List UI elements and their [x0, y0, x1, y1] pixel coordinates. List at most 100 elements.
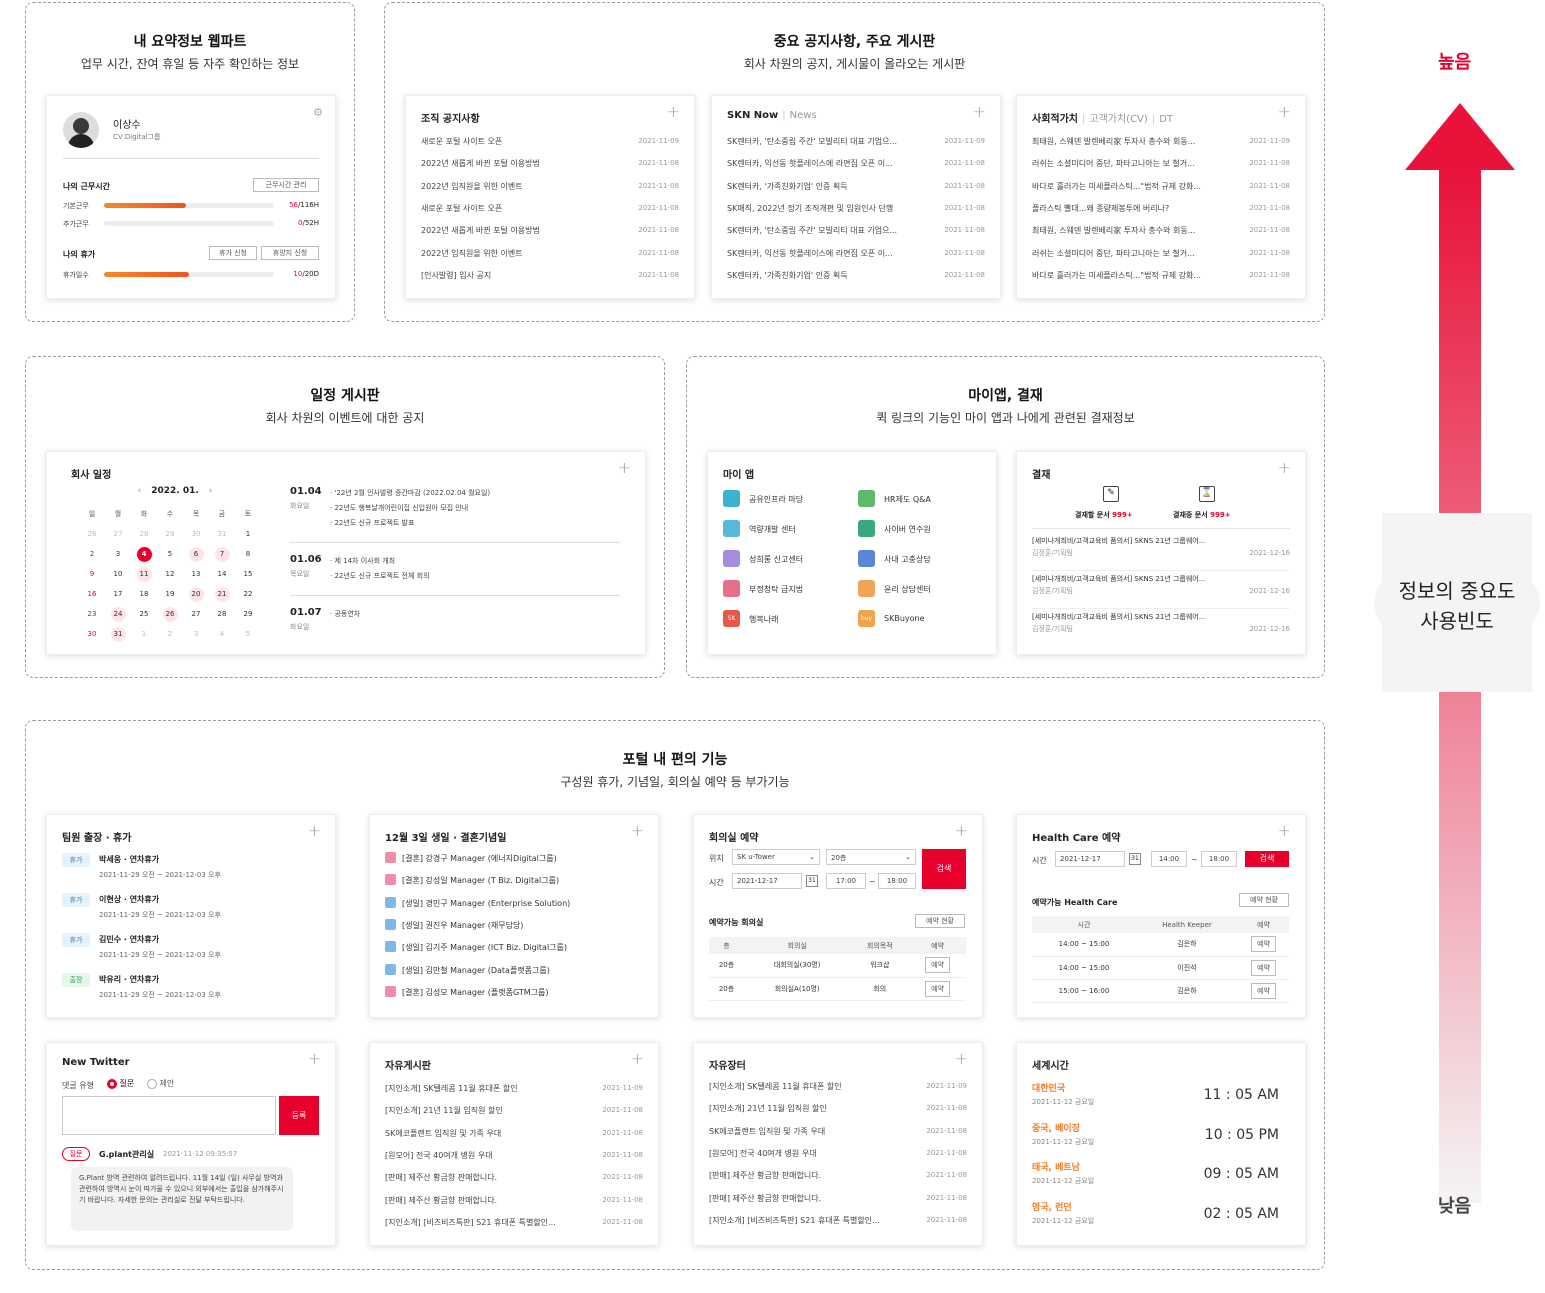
submit-button[interactable]: 등록 [279, 1096, 319, 1135]
calendar-day[interactable]: 20 [183, 584, 209, 604]
list-item-title[interactable]: SK렌터카, '가족친화기업' 인증 획득 [727, 270, 930, 281]
list-item[interactable]: 러쉬는 소셜미디어 중단, 파타고니아는 보 철거... 2021-11-08 [1032, 248, 1290, 262]
app-label[interactable]: 역량개발 센터 [749, 524, 796, 535]
calendar-day[interactable]: 6 [183, 544, 209, 564]
app-icon[interactable]: SK [723, 610, 740, 627]
list-item-title[interactable]: 2022년 새롭게 바뀐 포털 이용방법 [421, 225, 624, 236]
app-icon[interactable] [723, 580, 740, 597]
calendar-day[interactable]: 14 [209, 564, 235, 584]
approval-item[interactable]: [세미나개최비/고객교육비 품의서] SKNS 21년 그룹웨어... 김정훈/기… [1032, 612, 1290, 642]
list-item[interactable]: SK렌터카, 익선동 핫플레이스에 라면집 오픈 이... 2021-11-08 [727, 158, 985, 172]
list-item[interactable]: [지인소개] SK텔레콤 11월 휴대폰 할인 2021-11-09 [709, 1081, 967, 1095]
chevron-left-icon[interactable]: ‹ [138, 486, 142, 496]
calendar-day[interactable]: 27 [183, 604, 209, 624]
list-item[interactable]: 새로운 포털 사이트 오픈 2021-11-09 [421, 136, 679, 150]
calendar-day[interactable]: 2 [79, 544, 105, 564]
tab-news[interactable]: News [790, 110, 817, 121]
pending-doc-label[interactable]: 결재할 문서 999+ [1075, 510, 1133, 520]
calendar-day[interactable]: 7 [209, 544, 235, 564]
calendar-day[interactable]: 31 [105, 624, 131, 644]
anniversary-item[interactable]: [생일] 권진우 Manager (재무담당) [402, 920, 523, 931]
reserve-button[interactable]: 예약 [1251, 936, 1276, 953]
list-item[interactable]: [지인소개] 21년 11월 임직원 할인 2021-11-08 [385, 1105, 643, 1119]
list-item[interactable]: 2022년 새롭게 바뀐 포털 이용방법 2021-11-08 [421, 158, 679, 172]
list-item[interactable]: SK렌터카, '가족친화기업' 인증 획득 2021-11-08 [727, 270, 985, 284]
app-icon[interactable] [858, 490, 875, 507]
reservation-status-button[interactable]: 예약 현황 [915, 914, 965, 928]
calendar-day[interactable]: 27 [105, 524, 131, 544]
calendar-day[interactable]: 31 [209, 524, 235, 544]
date-input[interactable]: 2021-12-17 [732, 873, 802, 889]
pending-doc-icon[interactable]: ✎ [1103, 486, 1119, 502]
search-button[interactable]: 검색 [922, 849, 966, 889]
list-item[interactable]: SK렌터카, '탄소중립 주간' 모빌리티 대표 기업으... 2021-11-0… [727, 136, 985, 150]
progress-doc-label[interactable]: 결재중 문서 999+ [1173, 510, 1231, 520]
list-item[interactable]: 최태원, 스웨덴 발렌베리家 투자사 총수와 회동... 2021-11-09 [1032, 136, 1290, 150]
list-item-title[interactable]: 최태원, 스웨덴 발렌베리家 투자사 총수와 회동... [1032, 136, 1235, 147]
calendar-day[interactable]: 30 [183, 524, 209, 544]
calendar-day[interactable]: 26 [157, 604, 183, 624]
trip-member[interactable]: 이현상 · 연차휴가 [99, 894, 159, 905]
comment-textarea[interactable] [62, 1096, 276, 1135]
app-label[interactable]: 행복나래 [749, 614, 778, 625]
list-item-title[interactable]: 2022년 임직원을 위한 이벤트 [421, 181, 624, 192]
list-item-title[interactable]: 플라스틱 빨대...왜 종량제봉투에 버리나? [1032, 203, 1235, 214]
list-item-title[interactable]: [지인소개] [비즈비즈특판] S21 휴대폰 특별할인... [385, 1217, 588, 1228]
list-item[interactable]: 플라스틱 빨대...왜 종량제봉투에 버리나? 2021-11-08 [1032, 203, 1290, 217]
list-item[interactable]: 최태원, 스웨덴 발렌베리家 투자사 총수와 회동... 2021-11-08 [1032, 225, 1290, 239]
list-item[interactable]: [지인소개] 21년 11월 임직원 할인 2021-11-08 [709, 1103, 967, 1117]
app-label[interactable]: 사이버 연수원 [884, 524, 931, 535]
list-item-title[interactable]: SK매직, 2022년 정기 조직개편 및 임원인사 단행 [727, 203, 930, 214]
tab-dt[interactable]: DT [1159, 114, 1173, 125]
list-item-title[interactable]: 새로운 포털 사이트 오픈 [421, 203, 624, 214]
reserve-button[interactable]: 예약 [1251, 959, 1276, 976]
plus-icon[interactable]: + [955, 823, 968, 839]
list-item-title[interactable]: 러쉬는 소셜미디어 중단, 파타고니아는 보 철거... [1032, 158, 1235, 169]
reservation-status-button[interactable]: 예약 현황 [1239, 893, 1289, 907]
list-item[interactable]: [판매] 제주산 황금향 판매합니다. 2021-11-08 [385, 1172, 643, 1186]
calendar-day[interactable]: 8 [235, 544, 261, 564]
list-item[interactable]: 새로운 포털 사이트 오픈 2021-11-08 [421, 203, 679, 217]
list-item-title[interactable]: 바다로 흘러가는 미세플라스틱..."법적 규제 강화... [1032, 270, 1235, 281]
list-item[interactable]: SK렌터카, 익선동 핫플레이스에 라면집 오픈 이... 2021-11-08 [727, 248, 985, 262]
calendar-day[interactable]: 21 [209, 584, 235, 604]
app-icon[interactable]: buy [858, 610, 875, 627]
list-item[interactable]: 2022년 임직원을 위한 이벤트 2021-11-08 [421, 248, 679, 262]
list-item[interactable]: [판매] 제주산 황금향 판매합니다. 2021-11-08 [709, 1170, 967, 1184]
calendar-day[interactable]: 18 [131, 584, 157, 604]
approval-item-title[interactable]: [세미나개최비/고객교육비 품의서] SKNS 21년 그룹웨어... [1032, 574, 1290, 584]
plus-icon[interactable]: + [1278, 104, 1291, 120]
list-item[interactable]: SK렌터카, '탄소중립 주간' 모빌리티 대표 기업으... 2021-11-0… [727, 225, 985, 239]
list-item-title[interactable]: [지인소개] SK텔레콤 11월 휴대폰 할인 [385, 1083, 588, 1094]
trip-member[interactable]: 박세웅 · 연차휴가 [99, 854, 159, 865]
list-item[interactable]: [판매] 제주산 황금향 판매합니다. 2021-11-08 [385, 1195, 643, 1209]
plus-icon[interactable]: + [955, 1051, 968, 1067]
reserve-button[interactable]: 예약 [925, 957, 951, 974]
list-item[interactable]: [인사발령] 임사 공지 2021-11-08 [421, 270, 679, 284]
anniversary-item[interactable]: [결혼] 강경구 Manager (에너지Digital그룹) [402, 853, 557, 864]
list-item-title[interactable]: [원모어] 전국 40여개 병원 우대 [709, 1148, 912, 1159]
tab-social-value[interactable]: 사회적가치 [1032, 114, 1078, 125]
reserve-button[interactable]: 예약 [1251, 982, 1276, 999]
calendar-day[interactable]: 19 [157, 584, 183, 604]
plus-icon[interactable]: + [308, 823, 321, 839]
list-item[interactable]: SK에코플랜트 임직원 및 가족 우대 2021-11-08 [385, 1128, 643, 1142]
trip-member[interactable]: 김민수 · 연차휴가 [99, 934, 159, 945]
start-time-input[interactable]: 14:00 [1151, 851, 1187, 867]
list-item[interactable]: 러쉬는 소셜미디어 중단, 파타고니아는 보 철거... 2021-11-08 [1032, 158, 1290, 172]
calendar-day[interactable]: 23 [79, 604, 105, 624]
anniversary-item[interactable]: [생일] 경민구 Manager (Enterprise Solution) [402, 898, 570, 909]
list-item-title[interactable]: SK렌터카, 익선동 핫플레이스에 라면집 오픈 이... [727, 248, 930, 259]
app-label[interactable]: HR제도 Q&A [884, 494, 931, 505]
app-label[interactable]: 성희롱 신고센터 [749, 554, 803, 565]
calendar-day[interactable]: 29 [235, 604, 261, 624]
list-item[interactable]: [원모어] 전국 40여개 병원 우대 2021-11-08 [709, 1148, 967, 1162]
calendar-day[interactable]: 15 [235, 564, 261, 584]
approval-item[interactable]: [세미나개최비/고객교육비 품의서] SKNS 21년 그룹웨어... 김정훈/기… [1032, 574, 1290, 604]
radio-question[interactable]: 질문 [107, 1078, 134, 1089]
list-item-title[interactable]: 새로운 포털 사이트 오픈 [421, 136, 624, 147]
location-select[interactable]: SK u-Tower ⌄ [732, 849, 820, 865]
list-item[interactable]: 바다로 흘러가는 미세플라스틱..."법적 규제 강화... 2021-11-08 [1032, 181, 1290, 195]
list-item-title[interactable]: [지인소개] 21년 11월 임직원 할인 [709, 1103, 912, 1114]
calendar-day[interactable]: 28 [209, 604, 235, 624]
